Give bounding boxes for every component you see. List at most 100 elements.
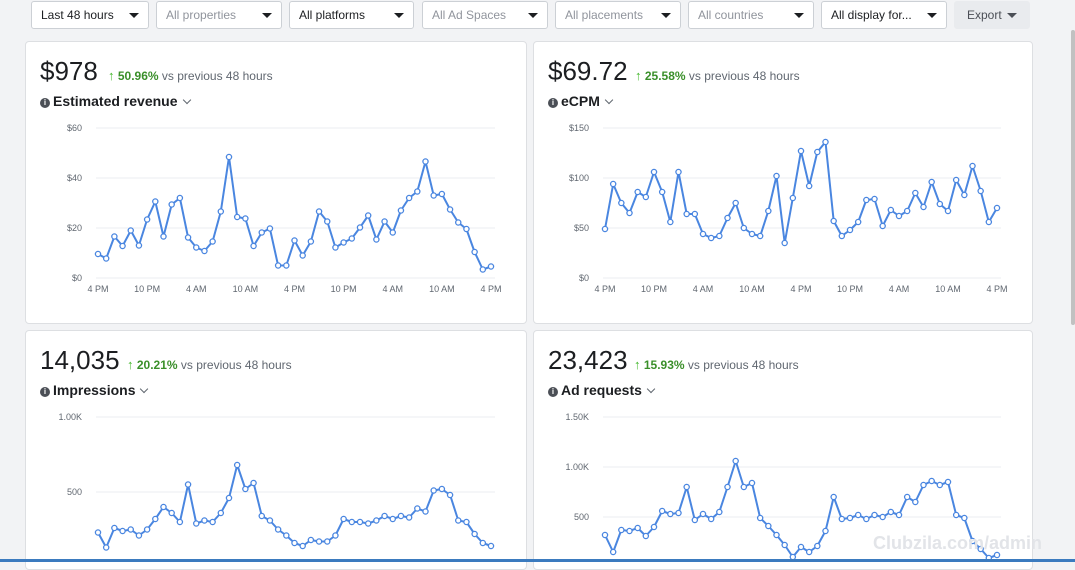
- data-point[interactable]: [863, 515, 870, 523]
- data-point[interactable]: [217, 509, 225, 517]
- data-point[interactable]: [348, 518, 356, 526]
- data-point[interactable]: [626, 209, 633, 217]
- data-point[interactable]: [707, 515, 715, 523]
- data-point[interactable]: [422, 508, 429, 515]
- data-point[interactable]: [192, 244, 200, 251]
- data-point[interactable]: [233, 461, 241, 469]
- data-point[interactable]: [405, 194, 413, 202]
- data-point[interactable]: [838, 232, 846, 240]
- data-point[interactable]: [732, 457, 739, 465]
- impressions-metric-dropdown[interactable]: i Impressions: [40, 382, 149, 398]
- page-scrollbar[interactable]: [1071, 30, 1075, 325]
- data-point[interactable]: [903, 493, 911, 501]
- data-point[interactable]: [184, 481, 192, 488]
- data-point[interactable]: [846, 514, 854, 522]
- data-point[interactable]: [356, 518, 364, 526]
- data-point[interactable]: [152, 198, 159, 205]
- data-point[interactable]: [454, 219, 462, 226]
- data-point[interactable]: [895, 511, 903, 519]
- data-point[interactable]: [438, 485, 446, 493]
- data-point[interactable]: [920, 203, 927, 211]
- export-button[interactable]: Export: [954, 1, 1030, 29]
- data-point[interactable]: [373, 236, 380, 243]
- data-point[interactable]: [446, 206, 454, 213]
- data-point[interactable]: [389, 515, 396, 523]
- data-point[interactable]: [332, 532, 339, 539]
- data-point[interactable]: [822, 527, 829, 535]
- data-point[interactable]: [642, 193, 650, 201]
- data-point[interactable]: [912, 498, 919, 506]
- data-point[interactable]: [364, 212, 372, 219]
- data-point[interactable]: [707, 234, 715, 242]
- data-point[interactable]: [993, 204, 1001, 212]
- data-point[interactable]: [716, 508, 723, 516]
- data-point[interactable]: [323, 218, 331, 225]
- data-point[interactable]: [414, 505, 421, 512]
- countries-dropdown[interactable]: All countries: [688, 1, 814, 29]
- data-point[interactable]: [887, 206, 895, 214]
- data-point[interactable]: [160, 503, 167, 511]
- data-point[interactable]: [691, 210, 699, 218]
- data-point[interactable]: [332, 244, 339, 251]
- data-point[interactable]: [977, 187, 984, 195]
- data-point[interactable]: [463, 225, 470, 233]
- data-point[interactable]: [176, 194, 184, 202]
- data-point[interactable]: [135, 242, 143, 249]
- data-point[interactable]: [699, 510, 707, 518]
- data-point[interactable]: [373, 517, 380, 524]
- data-point[interactable]: [969, 162, 976, 170]
- data-point[interactable]: [781, 239, 788, 247]
- revenue-metric-dropdown[interactable]: i Estimated revenue: [40, 93, 191, 109]
- data-point[interactable]: [315, 208, 323, 215]
- data-point[interactable]: [985, 218, 993, 226]
- data-point[interactable]: [364, 520, 372, 527]
- data-point[interactable]: [920, 481, 927, 489]
- data-point[interactable]: [143, 526, 151, 533]
- info-icon[interactable]: i: [40, 387, 50, 397]
- data-point[interactable]: [658, 188, 666, 196]
- data-point[interactable]: [250, 479, 257, 487]
- data-point[interactable]: [765, 207, 772, 215]
- data-point[interactable]: [609, 180, 617, 188]
- data-point[interactable]: [805, 548, 813, 556]
- data-point[interactable]: [879, 222, 886, 230]
- data-point[interactable]: [119, 527, 126, 535]
- data-point[interactable]: [430, 487, 437, 494]
- data-point[interactable]: [111, 233, 118, 240]
- data-point[interactable]: [201, 247, 208, 255]
- data-point[interactable]: [94, 529, 102, 536]
- info-icon[interactable]: i: [548, 387, 558, 397]
- data-point[interactable]: [699, 230, 707, 238]
- data-point[interactable]: [667, 510, 674, 518]
- data-point[interactable]: [487, 263, 495, 270]
- data-point[interactable]: [601, 225, 609, 233]
- data-point[interactable]: [225, 494, 233, 502]
- data-point[interactable]: [102, 255, 110, 262]
- data-point[interactable]: [397, 207, 405, 214]
- data-point[interactable]: [266, 225, 274, 232]
- data-point[interactable]: [724, 483, 731, 491]
- data-point[interactable]: [242, 215, 249, 222]
- data-point[interactable]: [854, 511, 862, 519]
- data-point[interactable]: [250, 242, 257, 250]
- data-point[interactable]: [740, 483, 748, 491]
- data-point[interactable]: [274, 526, 282, 533]
- data-point[interactable]: [634, 524, 641, 532]
- data-point[interactable]: [658, 507, 666, 515]
- data-point[interactable]: [879, 513, 886, 521]
- data-point[interactable]: [315, 538, 323, 545]
- data-point[interactable]: [944, 207, 952, 215]
- data-point[interactable]: [675, 509, 682, 517]
- data-point[interactable]: [903, 207, 911, 215]
- data-point[interactable]: [340, 239, 347, 246]
- data-point[interactable]: [756, 232, 764, 240]
- data-point[interactable]: [748, 230, 756, 238]
- data-point[interactable]: [283, 532, 290, 539]
- data-point[interactable]: [683, 483, 690, 491]
- data-point[interactable]: [176, 518, 184, 526]
- data-point[interactable]: [479, 266, 487, 273]
- data-point[interactable]: [961, 191, 968, 199]
- data-point[interactable]: [209, 238, 216, 245]
- data-point[interactable]: [299, 542, 306, 550]
- data-point[interactable]: [487, 542, 495, 550]
